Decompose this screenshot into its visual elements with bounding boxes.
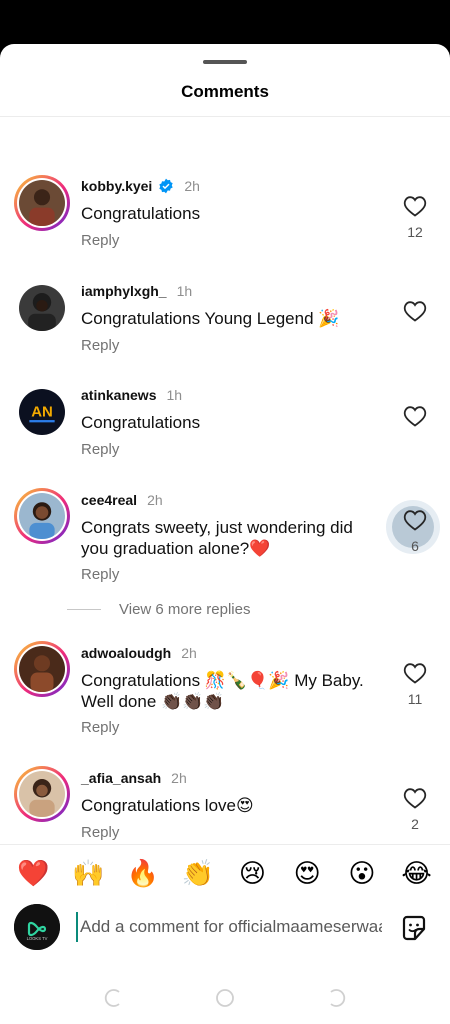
like-count: 6 (411, 538, 419, 554)
emoji-quick-bar: ❤️ 🙌 🔥 👏 😢 😍 😮 😂 (0, 844, 450, 902)
like-button[interactable] (400, 405, 430, 427)
emoji-laugh-button[interactable]: 😂 (397, 859, 437, 889)
home-icon[interactable] (215, 988, 235, 1008)
avatar[interactable] (14, 175, 70, 231)
username[interactable]: cee4real (81, 492, 137, 508)
replies-line (67, 609, 101, 610)
comment-time: 2h (147, 492, 163, 508)
comment-time: 2h (171, 770, 187, 786)
avatar[interactable] (14, 641, 70, 697)
heart-icon (403, 788, 427, 809)
like-button[interactable]: 12 (400, 195, 430, 240)
comment-time: 2h (181, 645, 197, 661)
reply-button[interactable]: Reply (81, 441, 119, 458)
emoji-clap-button[interactable]: 👏 (178, 859, 218, 889)
username[interactable]: kobby.kyei (81, 178, 152, 194)
heart-icon (403, 196, 427, 217)
avatar[interactable] (14, 280, 70, 336)
avatar[interactable] (14, 766, 70, 822)
username[interactable]: iamphylxgh_ (81, 283, 167, 299)
reply-button[interactable]: Reply (81, 719, 119, 736)
like-count: 2 (411, 816, 419, 832)
verified-badge-icon (159, 178, 173, 194)
comment-composer: LOOKS TV (0, 902, 450, 952)
heart-icon (403, 301, 427, 322)
heart-icon (403, 406, 427, 427)
back-icon[interactable] (326, 988, 346, 1008)
reply-button[interactable]: Reply (81, 824, 119, 841)
emoji-surprised-button[interactable]: 😮 (342, 859, 382, 889)
like-button[interactable]: 2 (400, 787, 430, 832)
username[interactable]: _afia_ansah (81, 770, 161, 786)
sticker-icon[interactable] (398, 912, 430, 944)
comment-text: Congrats sweety, just wondering did you … (81, 518, 353, 558)
reply-button[interactable]: Reply (81, 337, 119, 354)
comment-text: Congratulations love😍 (81, 796, 254, 815)
like-count: 12 (407, 224, 423, 240)
avatar[interactable]: AN (14, 384, 70, 440)
sheet-title: Comments (181, 82, 269, 101)
view-more-replies[interactable]: View 6 more replies (67, 601, 367, 618)
like-button[interactable]: 6 (400, 509, 430, 554)
heart-icon (403, 510, 427, 531)
heart-icon (403, 663, 427, 684)
like-button[interactable]: 11 (400, 662, 430, 707)
comment-time: 1h (176, 283, 193, 299)
recents-icon[interactable] (104, 988, 124, 1008)
username[interactable]: adwoaloudgh (81, 645, 171, 661)
emoji-raised-hands-button[interactable]: 🙌 (68, 859, 108, 889)
view-more-replies-label: View 6 more replies (119, 601, 251, 618)
system-nav-bar (0, 972, 450, 1024)
emoji-heart-button[interactable]: ❤️ (13, 859, 53, 889)
emoji-fire-button[interactable]: 🔥 (123, 859, 163, 889)
my-avatar-text: LOOKS TV (27, 936, 48, 941)
avatar-logo-text: AN (31, 404, 53, 421)
like-count: 11 (407, 691, 423, 707)
emoji-heart-eyes-button[interactable]: 😍 (287, 859, 327, 889)
comment-input[interactable] (76, 912, 382, 942)
comment-text: Congratulations (81, 204, 201, 223)
username[interactable]: atinkanews (81, 387, 156, 403)
comment-time: 2h (184, 178, 200, 194)
comment-text: Congratulations (81, 413, 201, 432)
drag-handle[interactable] (203, 60, 247, 64)
my-avatar[interactable]: LOOKS TV (14, 904, 60, 950)
comment-text: Congratulations 🎊🍾🎈🎉 My Baby. Well done … (81, 671, 364, 711)
avatar[interactable] (14, 488, 70, 544)
comments-sheet: Comments kobby.kyei 2h Congratulations R… (0, 44, 450, 1024)
like-button[interactable] (400, 300, 430, 322)
comment-time: 1h (166, 387, 183, 403)
comment-list[interactable]: kobby.kyei 2h Congratulations Reply 12 i… (0, 117, 450, 843)
emoji-cry-button[interactable]: 😢 (232, 859, 272, 889)
comment-text: Congratulations Young Legend 🎉 (81, 309, 340, 328)
reply-button[interactable]: Reply (81, 566, 119, 583)
reply-button[interactable]: Reply (81, 232, 119, 249)
status-bar (0, 0, 450, 46)
